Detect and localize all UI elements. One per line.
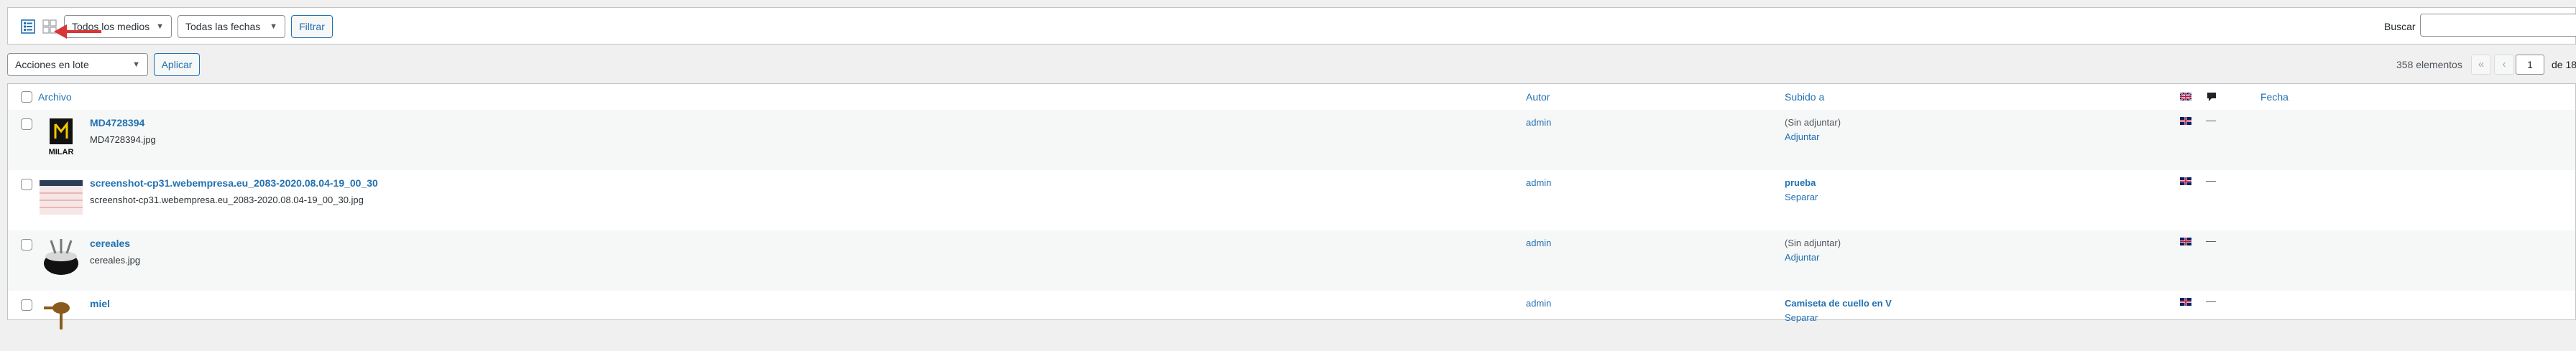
uploaded-to-link[interactable]: prueba (1785, 177, 1816, 188)
search-input[interactable] (2420, 14, 2576, 37)
column-file[interactable]: Archivo (38, 91, 72, 103)
row-checkbox[interactable] (21, 239, 32, 251)
comment-count: — (2206, 235, 2216, 246)
author-link[interactable]: admin (1526, 238, 1551, 248)
date-select[interactable]: Todas las fechas ▼ (178, 15, 285, 38)
media-title[interactable]: MD4728394 (90, 117, 144, 128)
media-filename: MD4728394.jpg (90, 134, 156, 145)
current-page-input[interactable]: 1 (2516, 55, 2544, 75)
thumbnail[interactable] (40, 296, 83, 340)
apply-button[interactable]: Aplicar (154, 53, 200, 76)
row-checkbox[interactable] (21, 118, 32, 130)
column-date[interactable]: Fecha (2260, 91, 2288, 103)
media-filename: cereales.jpg (90, 255, 141, 266)
media-title[interactable]: screenshot-cp31.webempresa.eu_2083-2020.… (90, 177, 378, 189)
uploaded-to-text: (Sin adjuntar) (1785, 117, 1841, 128)
table-row: cereales cereales.jpg admin (Sin adjunta… (8, 230, 2575, 291)
thumbnail[interactable] (40, 236, 83, 279)
table-row: MILAR MD4728394 MD4728394.jpg admin (Sin… (8, 110, 2575, 170)
comment-count: — (2206, 295, 2216, 306)
row-checkbox[interactable] (21, 179, 32, 190)
uk-flag-icon[interactable] (2180, 298, 2191, 306)
uploaded-to-text: (Sin adjuntar) (1785, 238, 1841, 248)
media-table: Archivo Autor Subido a Fecha MILAR MD472… (7, 83, 2576, 329)
select-all-checkbox[interactable] (21, 91, 32, 103)
search-label: Buscar (2384, 21, 2416, 32)
total-pages: de 18 (2552, 59, 2576, 70)
media-title[interactable]: miel (90, 298, 110, 309)
comment-count: — (2206, 174, 2216, 186)
comment-count: — (2206, 114, 2216, 126)
chevron-down-icon: ▼ (156, 22, 164, 31)
column-uploaded-to[interactable]: Subido a (1785, 91, 1824, 103)
uk-flag-icon[interactable] (2180, 117, 2191, 125)
uk-flag-icon (2180, 93, 2191, 100)
detach-link[interactable]: Separar (1785, 192, 1818, 202)
attach-link[interactable]: Adjuntar (1785, 131, 1819, 142)
uk-flag-icon[interactable] (2180, 177, 2191, 185)
table-header: Archivo Autor Subido a Fecha (8, 84, 2575, 111)
thumbnail[interactable] (40, 176, 83, 219)
bulk-actions-select[interactable]: Acciones en lote ▼ (7, 53, 148, 76)
row-checkbox[interactable] (21, 299, 32, 311)
attach-link[interactable]: Adjuntar (1785, 252, 1819, 263)
first-page-button[interactable]: « (2471, 55, 2491, 75)
filter-button[interactable]: Filtrar (291, 15, 333, 38)
list-view-icon[interactable] (19, 18, 37, 35)
items-count: 358 elementos (2396, 59, 2462, 70)
author-link[interactable]: admin (1526, 298, 1551, 309)
author-link[interactable]: admin (1526, 177, 1551, 188)
date-select-value: Todas las fechas (185, 21, 261, 32)
red-arrow-icon (54, 24, 101, 39)
column-author: Autor (1526, 91, 1550, 103)
bulk-actions-value: Acciones en lote (15, 59, 89, 70)
comment-bubble-icon (2207, 93, 2216, 101)
detach-link[interactable]: Separar (1785, 312, 1818, 323)
thumbnail-logo-text: MILAR (49, 148, 74, 156)
author-link[interactable]: admin (1526, 117, 1551, 128)
table-row: miel admin Camiseta de cuello en V Separ… (8, 291, 2575, 351)
thumbnail[interactable]: MILAR (40, 116, 83, 159)
chevron-down-icon: ▼ (132, 60, 140, 69)
media-title[interactable]: cereales (90, 238, 130, 249)
uk-flag-icon[interactable] (2180, 238, 2191, 245)
media-filter-bar: Todos los medios ▼ Todas las fechas ▼ Fi… (7, 7, 2576, 45)
media-filename: screenshot-cp31.webempresa.eu_2083-2020.… (90, 195, 364, 205)
prev-page-button[interactable]: ‹ (2494, 55, 2514, 75)
uploaded-to-link[interactable]: Camiseta de cuello en V (1785, 298, 1892, 309)
chevron-down-icon: ▼ (270, 22, 277, 31)
table-row: screenshot-cp31.webempresa.eu_2083-2020.… (8, 170, 2575, 230)
